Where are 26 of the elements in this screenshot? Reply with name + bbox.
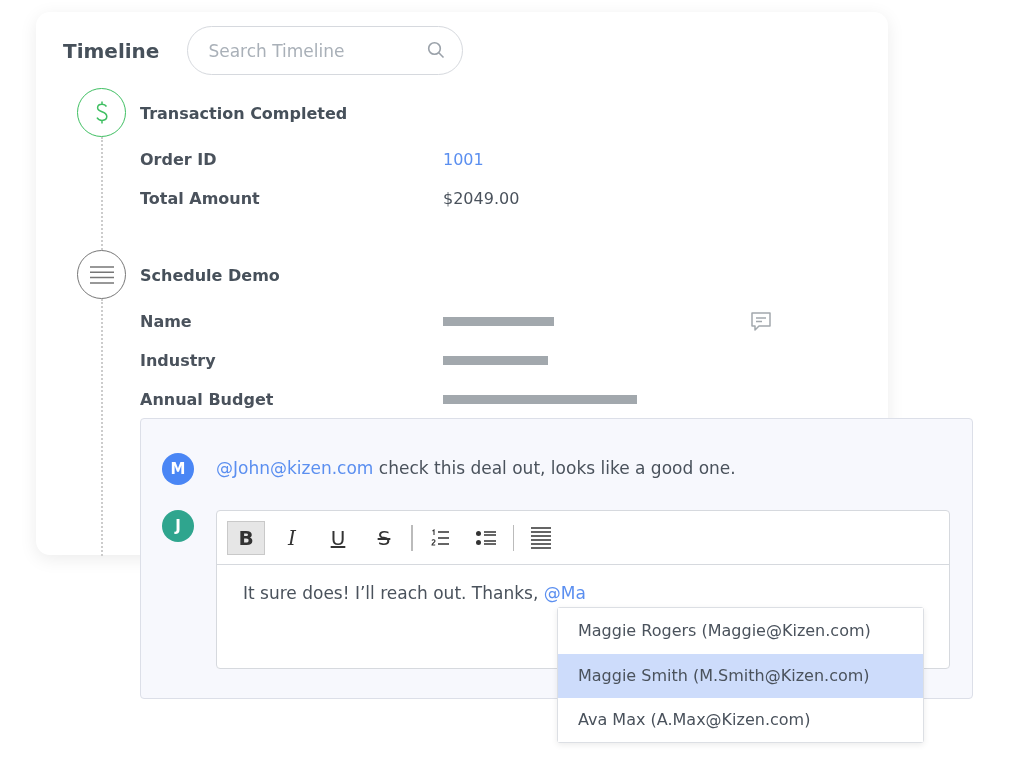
lines-icon: [89, 265, 114, 284]
underline-button[interactable]: U: [319, 520, 357, 555]
field-label: Total Amount: [140, 187, 261, 210]
field-label: Name: [140, 310, 193, 333]
italic-button[interactable]: I: [273, 520, 311, 555]
ordered-list-icon: [430, 528, 449, 547]
strike-button[interactable]: S: [365, 520, 403, 555]
field-label: Industry: [140, 349, 217, 372]
field-value: $2049.00: [443, 187, 521, 210]
field-label: Order ID: [140, 148, 218, 171]
event-title: Transaction Completed: [140, 103, 349, 125]
search-field[interactable]: Search Timeline: [187, 26, 464, 75]
dollar-icon: [94, 99, 109, 126]
mention-option[interactable]: Maggie Smith (M.Smith@Kizen.com): [558, 654, 923, 698]
avatar: M: [162, 453, 194, 485]
field-label: Annual Budget: [140, 388, 275, 411]
mention-option[interactable]: Ava Max (A.Max@Kizen.com): [558, 698, 923, 742]
search-icon: [427, 41, 446, 59]
avatar: J: [162, 510, 194, 542]
mention-option[interactable]: Maggie Rogers (Maggie@Kizen.com): [558, 608, 923, 654]
align-justify-icon: [531, 526, 551, 549]
bold-button[interactable]: B: [227, 520, 265, 555]
event-title: Schedule Demo: [140, 265, 281, 287]
timeline-title: Timeline: [63, 37, 160, 65]
bullet-list-icon: [475, 529, 496, 546]
comment-text: @John@kizen.com check this deal out, looks like a good one.: [216, 457, 736, 481]
